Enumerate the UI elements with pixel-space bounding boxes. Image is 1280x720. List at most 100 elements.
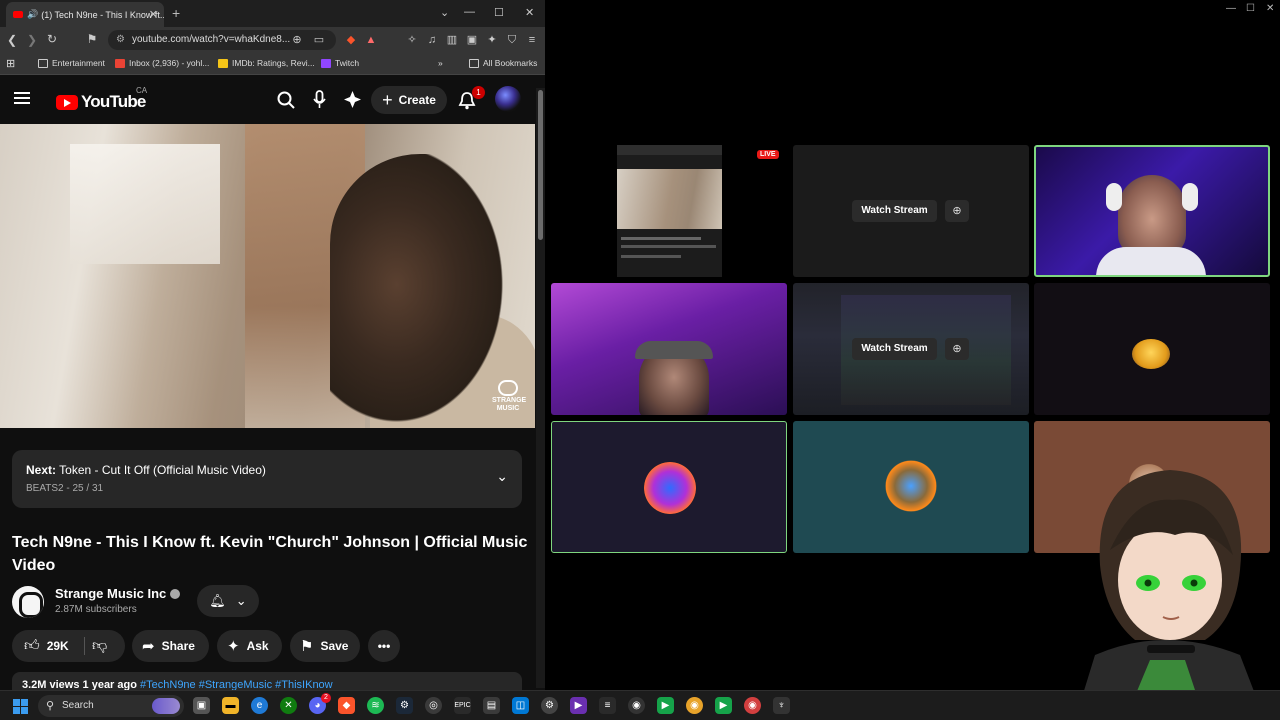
- green-play-icon-2[interactable]: ▶: [715, 697, 732, 714]
- spotify-icon[interactable]: ≋: [367, 697, 384, 714]
- share-button[interactable]: ➦ Share: [132, 630, 209, 662]
- file-explorer-icon[interactable]: ▬: [222, 697, 239, 714]
- up-next-title[interactable]: Token - Cut It Off (Official Music Video…: [59, 463, 266, 477]
- steam-icon[interactable]: ⚙: [396, 697, 413, 714]
- stream-tile-offline-1[interactable]: Watch Stream ⊕: [793, 145, 1029, 277]
- chrome-icon[interactable]: ◉: [686, 697, 703, 714]
- sparkle-ai-icon[interactable]: [343, 90, 362, 109]
- sidebar-icon[interactable]: ▥: [445, 33, 459, 47]
- account-avatar[interactable]: [495, 86, 521, 112]
- wallet-icon[interactable]: ▣: [465, 33, 479, 47]
- save-button[interactable]: ⚑ Save: [290, 630, 360, 662]
- taskbar-search[interactable]: ⚲ Search: [38, 695, 184, 717]
- youtube-logo[interactable]: YouTube CA: [56, 86, 147, 112]
- up-next-panel[interactable]: Next: Token - Cut It Off (Official Music…: [12, 450, 522, 508]
- stream-tile-webcam-active[interactable]: [1034, 145, 1270, 277]
- more-actions-button[interactable]: •••: [368, 630, 400, 662]
- cast-icon[interactable]: ▭: [312, 33, 326, 47]
- channel-name[interactable]: Strange Music Inc: [55, 586, 166, 601]
- stream-tile-screen-capture[interactable]: [617, 145, 722, 277]
- task-view-icon[interactable]: ▣: [193, 697, 210, 714]
- store-icon[interactable]: ◫: [512, 697, 529, 714]
- thumbs-down-icon[interactable]: 👎︎: [92, 637, 107, 655]
- close-window-button[interactable]: ✕: [525, 6, 534, 19]
- share-icon: ➦: [142, 638, 155, 655]
- zoom-in-icon[interactable]: ⊕: [945, 200, 969, 222]
- bookmark-imdb[interactable]: IMDb: Ratings, Revi...: [218, 58, 315, 68]
- leo-ai-icon[interactable]: ✦: [485, 33, 499, 47]
- apps-icon[interactable]: ⊞: [6, 57, 15, 70]
- maximize-button[interactable]: ☐: [494, 6, 504, 19]
- bookmark-page-icon[interactable]: ⚑: [82, 32, 102, 46]
- bookmark-icon: ⚑: [300, 638, 314, 655]
- tab-strip: 🔊 (1) Tech N9ne - This I Know ft... ✕ + …: [0, 0, 545, 27]
- speaker-icon[interactable]: 🔊: [27, 9, 38, 20]
- forward-button[interactable]: ❯: [22, 33, 42, 47]
- ask-button[interactable]: ✦ Ask: [217, 630, 282, 662]
- all-bookmarks-button[interactable]: All Bookmarks: [469, 58, 537, 68]
- create-button[interactable]: + Create: [371, 86, 447, 114]
- channel-name-row[interactable]: Strange Music Inc: [55, 586, 181, 601]
- close-tab-icon[interactable]: ✕: [149, 8, 158, 21]
- stream-tile-brown[interactable]: [1034, 421, 1270, 553]
- channel-avatar[interactable]: [12, 586, 44, 618]
- tab-title: (1) Tech N9ne - This I Know ft...: [41, 9, 164, 20]
- stream-tile-webcam-2[interactable]: [551, 283, 787, 415]
- stream-tile-emote[interactable]: [1034, 283, 1270, 415]
- bookmark-gmail[interactable]: Inbox (2,936) - yohl...: [115, 58, 209, 68]
- thumbs-up-icon[interactable]: 👍︎: [24, 637, 40, 655]
- scrollbar-thumb[interactable]: [538, 90, 543, 240]
- description-box[interactable]: 3.2M views 1 year ago #TechN9ne #Strange…: [12, 672, 522, 690]
- zoom-icon[interactable]: ⊕: [290, 33, 304, 47]
- page-scrollbar[interactable]: [536, 88, 545, 688]
- minimize-button[interactable]: —: [1226, 3, 1236, 14]
- chevron-down-icon[interactable]: ⌄: [496, 468, 508, 485]
- green-play-icon[interactable]: ▶: [657, 697, 674, 714]
- reload-button[interactable]: ↻: [42, 32, 62, 46]
- bookmark-label: IMDb: Ratings, Revi...: [232, 58, 315, 68]
- zoom-in-icon[interactable]: ⊕: [945, 338, 969, 360]
- new-tab-button[interactable]: +: [172, 5, 180, 21]
- xbox-icon[interactable]: ✕: [280, 697, 297, 714]
- subscribed-bell-button[interactable]: 🔔︎ ⌄: [197, 585, 259, 617]
- hamburger-menu-icon[interactable]: [14, 92, 30, 104]
- hashtags[interactable]: #TechN9ne #StrangeMusic #ThisIKnow: [140, 679, 333, 690]
- media-icon[interactable]: ♫: [425, 33, 439, 47]
- bookmark-entertainment[interactable]: Entertainment: [38, 58, 105, 68]
- maximize-button[interactable]: ☐: [1246, 3, 1255, 14]
- search-icon[interactable]: [277, 91, 295, 109]
- extensions-icon[interactable]: ✧: [405, 33, 419, 47]
- minimize-button[interactable]: —: [464, 6, 475, 18]
- brave-shields-icon[interactable]: ◆: [344, 33, 358, 47]
- stream-tile-logo[interactable]: [551, 421, 787, 553]
- like-count[interactable]: 29K: [47, 639, 69, 653]
- start-button[interactable]: [13, 699, 28, 714]
- more-bookmarks-button[interactable]: »: [438, 58, 443, 68]
- back-button[interactable]: ❮: [2, 33, 22, 47]
- epic-games-icon[interactable]: EPIC: [454, 697, 471, 714]
- watch-stream-button[interactable]: Watch Stream: [852, 200, 937, 222]
- app-icon-2[interactable]: ♆: [773, 697, 790, 714]
- close-window-button[interactable]: ✕: [1266, 3, 1274, 14]
- stream-tile-offline-2[interactable]: Watch Stream ⊕: [793, 283, 1029, 415]
- settings-icon[interactable]: ⚙: [541, 697, 558, 714]
- vpn-icon[interactable]: ⛉: [505, 33, 519, 47]
- notepad-icon[interactable]: ▤: [483, 697, 500, 714]
- bookmark-twitch[interactable]: Twitch: [321, 58, 359, 68]
- app-icon[interactable]: ≡: [599, 697, 616, 714]
- chrome-profile-icon[interactable]: ◉: [744, 697, 761, 714]
- brave-rewards-icon[interactable]: ▲: [364, 33, 378, 47]
- edge-icon[interactable]: e: [251, 697, 268, 714]
- streamerbot-icon[interactable]: ◉: [628, 697, 645, 714]
- obs-icon[interactable]: ◎: [425, 697, 442, 714]
- site-info-icon[interactable]: ⚙: [116, 30, 125, 50]
- stream-tile-teal[interactable]: [793, 421, 1029, 553]
- brave-icon[interactable]: ◆: [338, 697, 355, 714]
- video-editor-icon[interactable]: ▶: [570, 697, 587, 714]
- microphone-icon[interactable]: [313, 90, 326, 109]
- tab-youtube[interactable]: 🔊 (1) Tech N9ne - This I Know ft... ✕: [6, 2, 164, 27]
- video-player[interactable]: STRANGE MUSIC: [0, 124, 535, 428]
- menu-icon[interactable]: ≡: [525, 33, 539, 47]
- watch-stream-button[interactable]: Watch Stream: [852, 338, 937, 360]
- tab-search-icon[interactable]: ⌄: [440, 6, 449, 19]
